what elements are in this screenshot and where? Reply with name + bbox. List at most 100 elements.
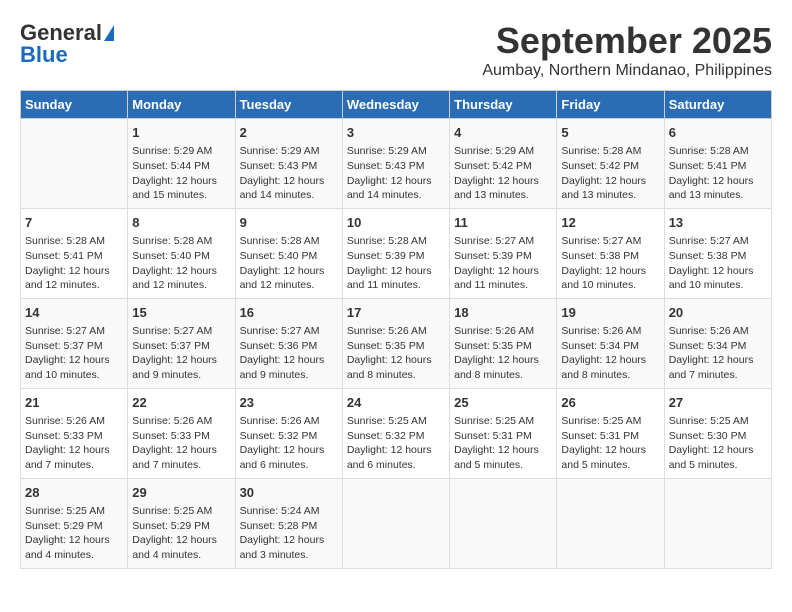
day-number: 27 — [669, 394, 767, 412]
calendar-week-row: 14 Sunrise: 5:27 AM Sunset: 5:37 PM Dayli… — [21, 298, 772, 388]
logo-triangle-icon — [104, 25, 114, 41]
day-number: 4 — [454, 124, 552, 142]
calendar-day-cell: 20 Sunrise: 5:26 AM Sunset: 5:34 PM Dayli… — [664, 298, 771, 388]
calendar-table: SundayMondayTuesdayWednesdayThursdayFrid… — [20, 90, 772, 569]
day-info: Sunrise: 5:27 AM Sunset: 5:39 PM Dayligh… — [454, 234, 552, 293]
calendar-day-cell: 13 Sunrise: 5:27 AM Sunset: 5:38 PM Dayli… — [664, 208, 771, 298]
calendar-day-cell: 8Sunrise: 5:28 AM Sunset: 5:40 PM Daylig… — [128, 208, 235, 298]
calendar-week-row: 1 Sunrise: 5:29 AM Sunset: 5:44 PM Daylig… — [21, 119, 772, 209]
day-number: 15 — [132, 304, 230, 322]
day-number: 1 — [132, 124, 230, 142]
day-info: Sunrise: 5:26 AM Sunset: 5:33 PM Dayligh… — [25, 414, 123, 473]
calendar-day-cell: 21 Sunrise: 5:26 AM Sunset: 5:33 PM Dayli… — [21, 388, 128, 478]
day-info: Sunrise: 5:27 AM Sunset: 5:38 PM Dayligh… — [669, 234, 767, 293]
day-info: Sunrise: 5:28 AM Sunset: 5:39 PM Dayligh… — [347, 234, 445, 293]
calendar-day-cell: 29Sunrise: 5:25 AM Sunset: 5:29 PM Dayli… — [128, 478, 235, 568]
day-info: Sunrise: 5:28 AM Sunset: 5:42 PM Dayligh… — [561, 144, 659, 203]
calendar-day-cell: 10 Sunrise: 5:28 AM Sunset: 5:39 PM Dayli… — [342, 208, 449, 298]
day-number: 13 — [669, 214, 767, 232]
day-number: 18 — [454, 304, 552, 322]
calendar-day-cell: 23 Sunrise: 5:26 AM Sunset: 5:32 PM Dayli… — [235, 388, 342, 478]
calendar-day-cell: 19 Sunrise: 5:26 AM Sunset: 5:34 PM Dayli… — [557, 298, 664, 388]
day-number: 10 — [347, 214, 445, 232]
day-number: 20 — [669, 304, 767, 322]
day-number: 3 — [347, 124, 445, 142]
day-number: 25 — [454, 394, 552, 412]
day-info: Sunrise: 5:29 AM Sunset: 5:44 PM Dayligh… — [132, 144, 230, 203]
day-number: 17 — [347, 304, 445, 322]
calendar-week-row: 7Sunrise: 5:28 AM Sunset: 5:41 PM Daylig… — [21, 208, 772, 298]
day-number: 9 — [240, 214, 338, 232]
day-info: Sunrise: 5:26 AM Sunset: 5:32 PM Dayligh… — [240, 414, 338, 473]
day-info: Sunrise: 5:26 AM Sunset: 5:35 PM Dayligh… — [454, 324, 552, 383]
calendar-day-cell: 3 Sunrise: 5:29 AM Sunset: 5:43 PM Daylig… — [342, 119, 449, 209]
calendar-day-cell: 25 Sunrise: 5:25 AM Sunset: 5:31 PM Dayli… — [450, 388, 557, 478]
day-number: 29 — [132, 484, 230, 502]
day-number: 22 — [132, 394, 230, 412]
day-info: Sunrise: 5:24 AM Sunset: 5:28 PM Dayligh… — [240, 504, 338, 563]
day-number: 30 — [240, 484, 338, 502]
calendar-weekday-header: Monday — [128, 91, 235, 119]
day-info: Sunrise: 5:29 AM Sunset: 5:43 PM Dayligh… — [347, 144, 445, 203]
calendar-day-cell: 5 Sunrise: 5:28 AM Sunset: 5:42 PM Daylig… — [557, 119, 664, 209]
calendar-day-cell: 30 Sunrise: 5:24 AM Sunset: 5:28 PM Dayli… — [235, 478, 342, 568]
day-number: 6 — [669, 124, 767, 142]
calendar-day-cell: 1 Sunrise: 5:29 AM Sunset: 5:44 PM Daylig… — [128, 119, 235, 209]
day-info: Sunrise: 5:27 AM Sunset: 5:36 PM Dayligh… — [240, 324, 338, 383]
day-number: 14 — [25, 304, 123, 322]
day-number: 12 — [561, 214, 659, 232]
calendar-day-cell: 7Sunrise: 5:28 AM Sunset: 5:41 PM Daylig… — [21, 208, 128, 298]
calendar-weekday-header: Tuesday — [235, 91, 342, 119]
day-number: 24 — [347, 394, 445, 412]
calendar-day-cell: 28Sunrise: 5:25 AM Sunset: 5:29 PM Dayli… — [21, 478, 128, 568]
day-info: Sunrise: 5:29 AM Sunset: 5:42 PM Dayligh… — [454, 144, 552, 203]
day-number: 5 — [561, 124, 659, 142]
title-block: September 2025 Aumbay, Northern Mindanao… — [482, 20, 772, 80]
day-info: Sunrise: 5:26 AM Sunset: 5:34 PM Dayligh… — [561, 324, 659, 383]
calendar-body: 1 Sunrise: 5:29 AM Sunset: 5:44 PM Daylig… — [21, 119, 772, 569]
day-number: 8 — [132, 214, 230, 232]
day-info: Sunrise: 5:25 AM Sunset: 5:31 PM Dayligh… — [561, 414, 659, 473]
calendar-day-cell: 12 Sunrise: 5:27 AM Sunset: 5:38 PM Dayli… — [557, 208, 664, 298]
day-info: Sunrise: 5:27 AM Sunset: 5:38 PM Dayligh… — [561, 234, 659, 293]
day-info: Sunrise: 5:27 AM Sunset: 5:37 PM Dayligh… — [132, 324, 230, 383]
day-number: 19 — [561, 304, 659, 322]
calendar-day-cell: 9Sunrise: 5:28 AM Sunset: 5:40 PM Daylig… — [235, 208, 342, 298]
calendar-weekday-header: Wednesday — [342, 91, 449, 119]
day-number: 11 — [454, 214, 552, 232]
calendar-day-cell: 18 Sunrise: 5:26 AM Sunset: 5:35 PM Dayli… — [450, 298, 557, 388]
day-number: 23 — [240, 394, 338, 412]
day-info: Sunrise: 5:25 AM Sunset: 5:32 PM Dayligh… — [347, 414, 445, 473]
calendar-day-cell: 26 Sunrise: 5:25 AM Sunset: 5:31 PM Dayli… — [557, 388, 664, 478]
calendar-day-cell: 17 Sunrise: 5:26 AM Sunset: 5:35 PM Dayli… — [342, 298, 449, 388]
calendar-day-cell — [21, 119, 128, 209]
calendar-day-cell — [664, 478, 771, 568]
calendar-day-cell: 22 Sunrise: 5:26 AM Sunset: 5:33 PM Dayli… — [128, 388, 235, 478]
logo: General Blue — [20, 20, 114, 68]
day-number: 16 — [240, 304, 338, 322]
day-info: Sunrise: 5:25 AM Sunset: 5:31 PM Dayligh… — [454, 414, 552, 473]
day-number: 21 — [25, 394, 123, 412]
calendar-header-row: SundayMondayTuesdayWednesdayThursdayFrid… — [21, 91, 772, 119]
day-number: 26 — [561, 394, 659, 412]
day-info: Sunrise: 5:25 AM Sunset: 5:29 PM Dayligh… — [25, 504, 123, 563]
day-info: Sunrise: 5:26 AM Sunset: 5:33 PM Dayligh… — [132, 414, 230, 473]
day-info: Sunrise: 5:26 AM Sunset: 5:34 PM Dayligh… — [669, 324, 767, 383]
calendar-day-cell: 14 Sunrise: 5:27 AM Sunset: 5:37 PM Dayli… — [21, 298, 128, 388]
day-info: Sunrise: 5:29 AM Sunset: 5:43 PM Dayligh… — [240, 144, 338, 203]
day-info: Sunrise: 5:25 AM Sunset: 5:30 PM Dayligh… — [669, 414, 767, 473]
logo-text-blue: Blue — [20, 42, 68, 68]
day-info: Sunrise: 5:27 AM Sunset: 5:37 PM Dayligh… — [25, 324, 123, 383]
calendar-weekday-header: Thursday — [450, 91, 557, 119]
calendar-day-cell — [557, 478, 664, 568]
calendar-day-cell: 6Sunrise: 5:28 AM Sunset: 5:41 PM Daylig… — [664, 119, 771, 209]
calendar-day-cell: 11 Sunrise: 5:27 AM Sunset: 5:39 PM Dayli… — [450, 208, 557, 298]
calendar-day-cell: 2Sunrise: 5:29 AM Sunset: 5:43 PM Daylig… — [235, 119, 342, 209]
calendar-week-row: 28Sunrise: 5:25 AM Sunset: 5:29 PM Dayli… — [21, 478, 772, 568]
calendar-day-cell: 16 Sunrise: 5:27 AM Sunset: 5:36 PM Dayli… — [235, 298, 342, 388]
calendar-day-cell — [450, 478, 557, 568]
calendar-day-cell: 27 Sunrise: 5:25 AM Sunset: 5:30 PM Dayli… — [664, 388, 771, 478]
day-info: Sunrise: 5:26 AM Sunset: 5:35 PM Dayligh… — [347, 324, 445, 383]
day-info: Sunrise: 5:28 AM Sunset: 5:41 PM Dayligh… — [25, 234, 123, 293]
calendar-weekday-header: Saturday — [664, 91, 771, 119]
